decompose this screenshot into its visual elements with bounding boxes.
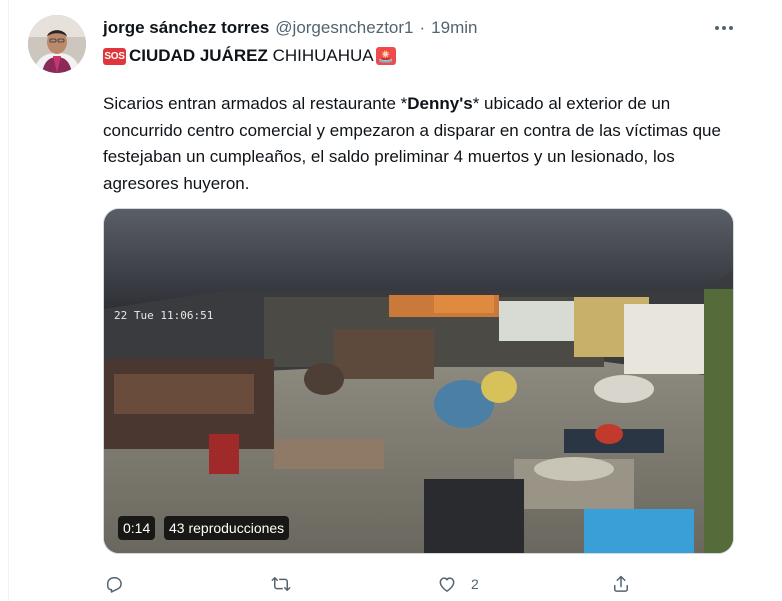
video-timestamp-overlay: 22 Tue 11:06:51 — [114, 309, 213, 322]
tweet-headline: SOS CIUDAD JUÁREZ CHIHUAHUA 🚨 — [103, 44, 396, 68]
author-name[interactable]: jorge sánchez torres — [103, 18, 269, 38]
avatar[interactable] — [28, 15, 86, 73]
avatar-image — [28, 15, 86, 73]
tweet-header: jorge sánchez torres @jorgesncheztor1 · … — [103, 16, 477, 40]
video-views: 43 reproducciones — [164, 516, 290, 540]
heart-icon — [439, 577, 455, 592]
share-button[interactable] — [611, 570, 631, 598]
tweet-time[interactable]: 19min — [431, 18, 477, 38]
video-frame: 22 Tue 11:06:51 — [104, 209, 733, 553]
reply-icon — [107, 577, 122, 593]
reply-button[interactable] — [104, 570, 124, 598]
sos-emoji: SOS — [103, 47, 126, 65]
tweet-text: Sicarios entran armados al restaurante *… — [103, 91, 743, 197]
headline-bold: CIUDAD JUÁREZ — [129, 46, 268, 65]
retweet-button[interactable] — [271, 570, 291, 598]
tweet[interactable]: jorge sánchez torres @jorgesncheztor1 · … — [0, 0, 782, 601]
tweet-actions: 2 — [0, 570, 782, 598]
video-player[interactable]: 22 Tue 11:06:51 — [103, 208, 734, 554]
siren-emoji: 🚨 — [375, 47, 396, 65]
video-duration: 0:14 — [118, 516, 156, 540]
like-count: 2 — [471, 576, 479, 592]
headline-regular: CHIHUAHUA — [267, 46, 374, 65]
more-icon — [715, 26, 733, 30]
like-button[interactable]: 2 — [437, 570, 479, 598]
tweet-text-part1: Sicarios entran armados al restaurante * — [103, 94, 408, 113]
more-options-button[interactable] — [712, 17, 736, 39]
author-handle[interactable]: @jorgesncheztor1 — [275, 18, 413, 38]
tweet-text-brand: Denny's — [407, 94, 473, 113]
retweet-icon — [271, 577, 291, 591]
separator-dot: · — [419, 18, 426, 37]
share-icon — [614, 575, 628, 592]
